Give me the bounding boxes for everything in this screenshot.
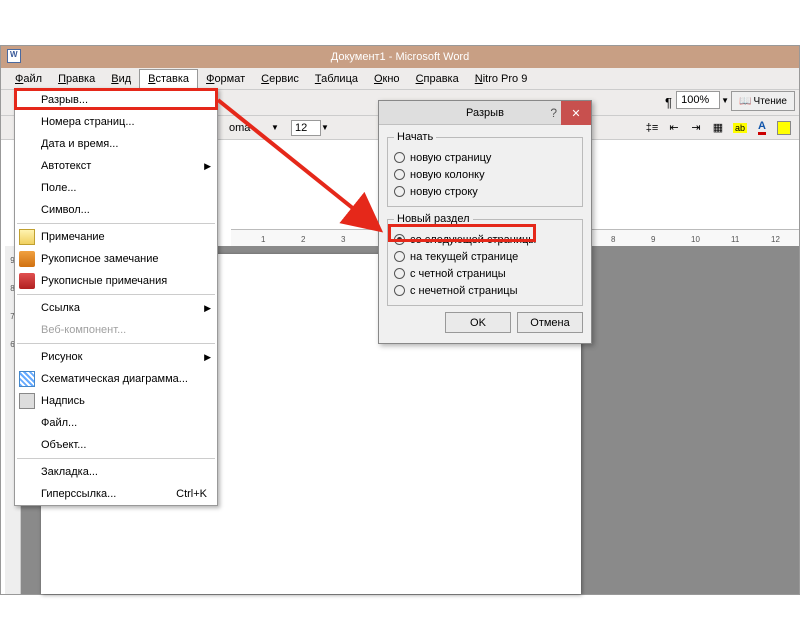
shortcut-text: Ctrl+K xyxy=(176,488,207,500)
diagram-icon xyxy=(19,371,35,387)
dropdown-icon[interactable]: ▼ xyxy=(271,123,279,132)
submenu-arrow-icon: ▶ xyxy=(204,352,211,363)
menu-file[interactable]: Файл xyxy=(7,70,50,88)
menu-item-ink-remark[interactable]: Рукописное замечание xyxy=(15,248,217,270)
read-mode-button[interactable]: 📖 Чтение xyxy=(731,91,795,111)
menu-item-object[interactable]: Объект... xyxy=(15,434,217,456)
zoom-value[interactable]: 100% xyxy=(676,91,720,109)
insert-dropdown: Разрыв... Номера страниц... Дата и время… xyxy=(14,88,218,506)
menu-edit[interactable]: Правка xyxy=(50,70,103,88)
menu-item-field[interactable]: Поле... xyxy=(15,177,217,199)
menu-window[interactable]: Окно xyxy=(366,70,408,88)
font-color-icon[interactable]: A xyxy=(752,119,772,137)
group-start: Начать новую страницу новую колонку нову… xyxy=(387,131,583,207)
menu-item-page-numbers[interactable]: Номера страниц... xyxy=(15,111,217,133)
menu-item-web-component: Веб-компонент... xyxy=(15,319,217,341)
note-icon xyxy=(19,229,35,245)
borders-icon[interactable]: ▦ xyxy=(708,119,728,137)
menu-insert[interactable]: Вставка xyxy=(139,69,198,88)
line-spacing-icon[interactable]: ‡≡ xyxy=(642,119,662,137)
zoom-control[interactable]: 100% ▼ xyxy=(676,91,729,109)
group-section: Новый раздел со следующей страницы на те… xyxy=(387,213,583,306)
menu-item-picture[interactable]: Рисунок▶ xyxy=(15,346,217,368)
menu-item-symbol[interactable]: Символ... xyxy=(15,199,217,221)
menubar: Файл Правка Вид Вставка Формат Сервис Та… xyxy=(1,68,799,90)
separator xyxy=(17,294,215,295)
shading-icon[interactable] xyxy=(774,119,794,137)
opt-new-line[interactable]: новую строку xyxy=(394,183,576,200)
opt-odd-page[interactable]: с нечетной страницы xyxy=(394,282,576,299)
opt-even-page[interactable]: с четной страницы xyxy=(394,265,576,282)
group-start-legend: Начать xyxy=(394,131,436,143)
help-icon[interactable]: ? xyxy=(550,106,557,120)
dropdown-icon[interactable]: ▼ xyxy=(321,123,329,132)
separator xyxy=(17,458,215,459)
opt-next-page[interactable]: со следующей страницы xyxy=(394,231,576,248)
menu-item-bookmark[interactable]: Закладка... xyxy=(15,461,217,483)
radio-icon xyxy=(394,285,405,296)
menu-view[interactable]: Вид xyxy=(103,70,139,88)
radio-icon xyxy=(394,251,405,262)
dropdown-icon[interactable]: ▼ xyxy=(721,96,729,105)
menu-item-ink-comments[interactable]: Рукописные примечания xyxy=(15,270,217,292)
menu-item-textbox[interactable]: Надпись xyxy=(15,390,217,412)
font-size-field[interactable]: 12 xyxy=(291,120,321,136)
radio-icon xyxy=(394,152,405,163)
opt-new-page[interactable]: новую страницу xyxy=(394,149,576,166)
cancel-button[interactable]: Отмена xyxy=(517,312,583,333)
opt-new-column[interactable]: новую колонку xyxy=(394,166,576,183)
radio-icon xyxy=(394,169,405,180)
highlight-icon[interactable]: ab xyxy=(730,119,750,137)
submenu-arrow-icon: ▶ xyxy=(204,303,211,314)
ink-icon xyxy=(19,251,35,267)
menu-nitro[interactable]: Nitro Pro 9 xyxy=(467,70,536,88)
word-app-icon xyxy=(7,49,21,63)
menu-item-comment[interactable]: Примечание xyxy=(15,226,217,248)
book-icon: 📖 xyxy=(739,96,751,107)
pen-icon xyxy=(19,273,35,289)
menu-item-reference[interactable]: Ссылка▶ xyxy=(15,297,217,319)
separator xyxy=(17,343,215,344)
break-dialog: Разрыв ? ✕ Начать новую страницу новую к… xyxy=(378,100,592,344)
window-title: Документ1 - Microsoft Word xyxy=(331,51,469,63)
menu-help[interactable]: Справка xyxy=(408,70,467,88)
opt-this-page[interactable]: на текущей странице xyxy=(394,248,576,265)
dialog-title: Разрыв xyxy=(466,107,504,119)
increase-indent-icon[interactable]: ⇥ xyxy=(686,119,706,137)
titlebar: Документ1 - Microsoft Word xyxy=(1,46,799,68)
textbox-icon xyxy=(19,393,35,409)
menu-table[interactable]: Таблица xyxy=(307,70,366,88)
menu-item-date-time[interactable]: Дата и время... xyxy=(15,133,217,155)
menu-item-file[interactable]: Файл... xyxy=(15,412,217,434)
font-name-field[interactable]: oma xyxy=(229,122,250,134)
menu-item-diagram[interactable]: Схематическая диаграмма... xyxy=(15,368,217,390)
close-button[interactable]: ✕ xyxy=(561,101,591,125)
ok-button[interactable]: OK xyxy=(445,312,511,333)
dialog-titlebar[interactable]: Разрыв ? ✕ xyxy=(379,101,591,125)
menu-tools[interactable]: Сервис xyxy=(253,70,307,88)
radio-icon xyxy=(394,186,405,197)
separator xyxy=(17,223,215,224)
group-section-legend: Новый раздел xyxy=(394,213,473,225)
radio-selected-icon xyxy=(394,234,405,245)
submenu-arrow-icon: ▶ xyxy=(204,161,211,172)
menu-item-break[interactable]: Разрыв... xyxy=(15,89,217,111)
menu-format[interactable]: Формат xyxy=(198,70,253,88)
pilcrow-icon[interactable]: ¶ xyxy=(665,95,672,110)
menu-item-autotext[interactable]: Автотекст▶ xyxy=(15,155,217,177)
radio-icon xyxy=(394,268,405,279)
menu-item-hyperlink[interactable]: Гиперссылка...Ctrl+K xyxy=(15,483,217,505)
decrease-indent-icon[interactable]: ⇤ xyxy=(664,119,684,137)
